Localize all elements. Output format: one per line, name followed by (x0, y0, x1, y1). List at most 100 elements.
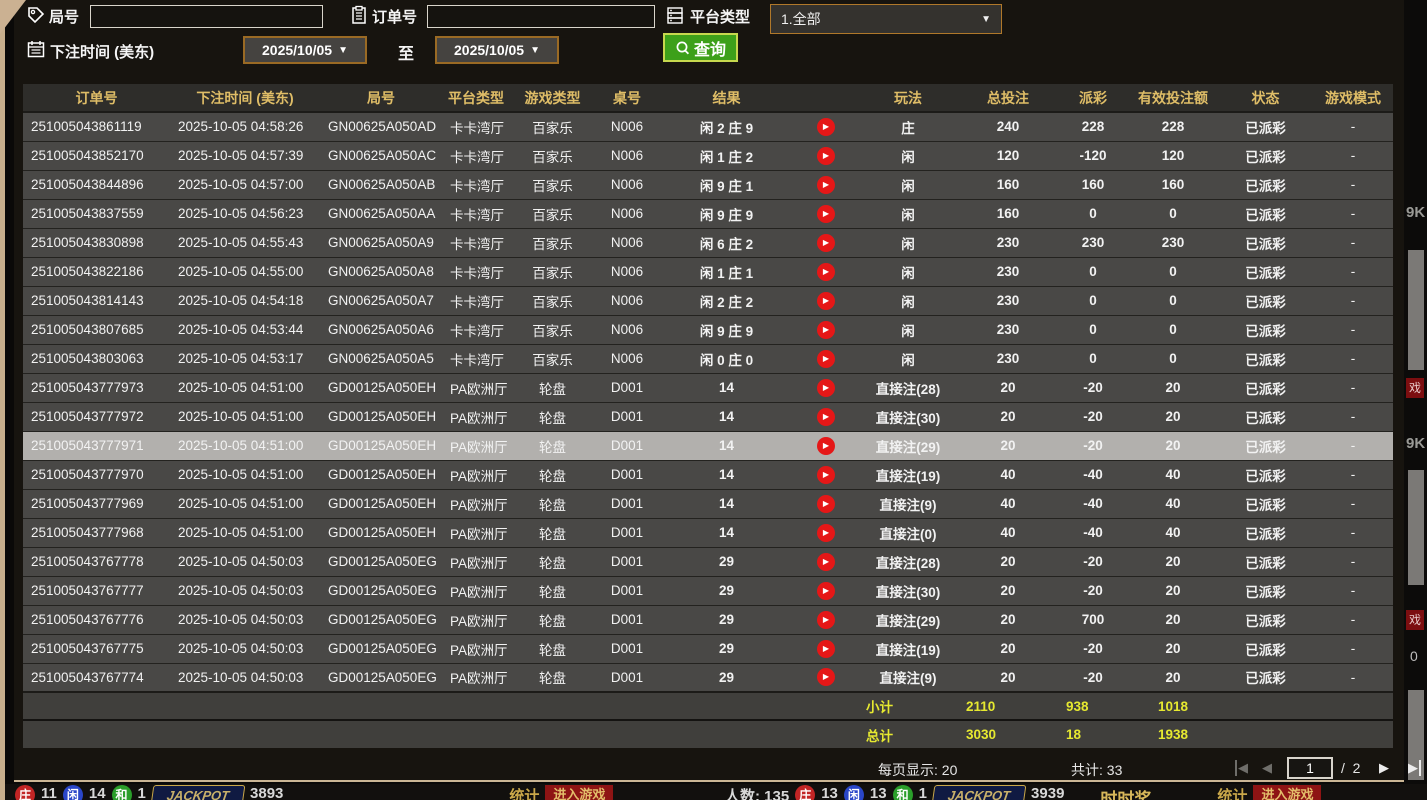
prev-page-button[interactable]: ◀ (1262, 760, 1272, 776)
play-video-icon[interactable]: ▶ (817, 553, 835, 571)
cell-game: 轮盘 (510, 431, 595, 460)
play-video-icon[interactable]: ▶ (817, 437, 835, 455)
table-row[interactable]: 2510050438448962025-10-05 04:57:00GN0062… (23, 170, 1393, 199)
table-row[interactable]: 2510050438375592025-10-05 04:56:23GN0062… (23, 199, 1393, 228)
play-video-icon[interactable]: ▶ (817, 495, 835, 513)
table-row[interactable]: 2510050437779702025-10-05 04:51:00GD0012… (23, 460, 1393, 489)
platform-type-select[interactable]: 1.全部 ▼ (770, 4, 1002, 34)
play-video-icon[interactable]: ▶ (817, 147, 835, 165)
cell-valid: 0 (1128, 344, 1218, 373)
table-row[interactable]: 2510050437779722025-10-05 04:51:00GD0012… (23, 402, 1393, 431)
cell-play: ▶ (794, 141, 858, 170)
cell-platform: PA欧洲厅 (442, 518, 510, 547)
cell-valid: 20 (1128, 634, 1218, 663)
table-row[interactable]: 2510050438141432025-10-05 04:54:18GN0062… (23, 286, 1393, 315)
pagination-bar: 每页显示: 20 共计: 33 ◀ ◀ / 2 ▶ ▶ (23, 757, 1393, 782)
table-row[interactable]: 2510050437779692025-10-05 04:51:00GD0012… (23, 489, 1393, 518)
first-page-button[interactable]: ◀ (1235, 760, 1248, 776)
play-video-icon[interactable]: ▶ (817, 379, 835, 397)
play-video-icon[interactable]: ▶ (817, 640, 835, 658)
cell-time: 2025-10-05 04:51:00 (170, 518, 320, 547)
cell-game: 百家乐 (510, 141, 595, 170)
cell-result: 14 (659, 373, 794, 402)
cell-payout: 0 (1058, 257, 1128, 286)
table-row[interactable]: 2510050437779732025-10-05 04:51:00GD0012… (23, 373, 1393, 402)
cell-payout: -20 (1058, 634, 1128, 663)
play-video-icon[interactable]: ▶ (817, 176, 835, 194)
table-row[interactable]: 2510050437677762025-10-05 04:50:03GD0012… (23, 605, 1393, 634)
table-row[interactable]: 2510050438076852025-10-05 04:53:44GN0062… (23, 315, 1393, 344)
order-number-input[interactable] (427, 5, 655, 28)
table-row[interactable]: 2510050438611192025-10-05 04:58:26GN0062… (23, 112, 1393, 141)
cell-tableNo: N006 (595, 228, 659, 257)
date-to-picker[interactable]: 2025/10/05 ▼ (435, 36, 559, 64)
cell-play: ▶ (794, 228, 858, 257)
next-page-button[interactable]: ▶ (1379, 760, 1389, 776)
cell-bet: 直接注(30) (858, 402, 958, 431)
table-row[interactable]: 2510050438308982025-10-05 04:55:43GN0062… (23, 228, 1393, 257)
cell-bet: 庄 (858, 112, 958, 141)
table-row[interactable]: 2510050438030632025-10-05 04:53:17GN0062… (23, 344, 1393, 373)
cell-platform: PA欧洲厅 (442, 489, 510, 518)
cell-order: 251005043837559 (23, 199, 170, 228)
cell-order: 251005043777972 (23, 402, 170, 431)
banker-count-icon: 庄 (15, 785, 35, 800)
cell-result: 14 (659, 460, 794, 489)
column-header-total: 总投注 (958, 84, 1058, 112)
play-video-icon[interactable]: ▶ (817, 205, 835, 223)
cell-order: 251005043777970 (23, 460, 170, 489)
table-row[interactable]: 2510050438521702025-10-05 04:57:39GN0062… (23, 141, 1393, 170)
table-row[interactable]: 2510050437779682025-10-05 04:51:00GD0012… (23, 518, 1393, 547)
play-video-icon[interactable]: ▶ (817, 234, 835, 252)
play-video-icon[interactable]: ▶ (817, 582, 835, 600)
cell-time: 2025-10-05 04:53:44 (170, 315, 320, 344)
play-video-icon[interactable]: ▶ (817, 321, 835, 339)
play-video-icon[interactable]: ▶ (817, 466, 835, 484)
play-video-icon[interactable]: ▶ (817, 292, 835, 310)
last-page-button[interactable]: ▶ (1408, 760, 1421, 776)
table-row[interactable]: 2510050437677742025-10-05 04:50:03GD0012… (23, 663, 1393, 692)
cell-mode: - (1313, 257, 1393, 286)
cell-platform: 卡卡湾厅 (442, 315, 510, 344)
search-button[interactable]: 查询 (663, 33, 738, 62)
cell-platform: PA欧洲厅 (442, 373, 510, 402)
calendar-icon (26, 39, 46, 59)
cell-play: ▶ (794, 170, 858, 199)
table-row[interactable]: 2510050437677772025-10-05 04:50:03GD0012… (23, 576, 1393, 605)
stats-button[interactable]: 统计 (1217, 785, 1247, 800)
clipboard-icon (349, 5, 369, 25)
cell-status: 已派彩 (1218, 286, 1313, 315)
cell-platform: PA欧洲厅 (442, 634, 510, 663)
play-video-icon[interactable]: ▶ (817, 118, 835, 136)
play-video-icon[interactable]: ▶ (817, 263, 835, 281)
cell-mode: - (1313, 141, 1393, 170)
table-row[interactable]: 2510050437779712025-10-05 04:51:00GD0012… (23, 431, 1393, 460)
round-number-input[interactable] (90, 5, 323, 28)
play-video-icon[interactable]: ▶ (817, 408, 835, 426)
page-number-input[interactable] (1287, 757, 1333, 779)
cell-game: 轮盘 (510, 460, 595, 489)
cell-bet: 闲 (858, 141, 958, 170)
table-row[interactable]: 2510050437677752025-10-05 04:50:03GD0012… (23, 634, 1393, 663)
cell-total: 120 (958, 141, 1058, 170)
cell-play: ▶ (794, 344, 858, 373)
play-video-icon[interactable]: ▶ (817, 668, 835, 686)
play-video-icon[interactable]: ▶ (817, 611, 835, 629)
search-button-label: 查询 (694, 36, 726, 60)
play-video-icon[interactable]: ▶ (817, 524, 835, 542)
cell-result: 29 (659, 547, 794, 576)
enter-game-button[interactable]: 进入游戏 (545, 785, 613, 800)
cell-valid: 20 (1128, 605, 1218, 634)
cell-time: 2025-10-05 04:51:00 (170, 489, 320, 518)
total-valid-bet: 1938 (1128, 720, 1218, 748)
play-video-icon[interactable]: ▶ (817, 350, 835, 368)
chevron-down-icon: ▼ (530, 45, 540, 56)
table-row[interactable]: 2510050438221862025-10-05 04:55:00GN0062… (23, 257, 1393, 286)
cell-payout: 160 (1058, 170, 1128, 199)
enter-game-button[interactable]: 进入游戏 (1253, 785, 1321, 800)
date-from-picker[interactable]: 2025/10/05 ▼ (243, 36, 367, 64)
chevron-down-icon: ▼ (981, 14, 991, 25)
cell-play: ▶ (794, 547, 858, 576)
table-row[interactable]: 2510050437677782025-10-05 04:50:03GD0012… (23, 547, 1393, 576)
stats-button[interactable]: 统计 (509, 785, 539, 800)
